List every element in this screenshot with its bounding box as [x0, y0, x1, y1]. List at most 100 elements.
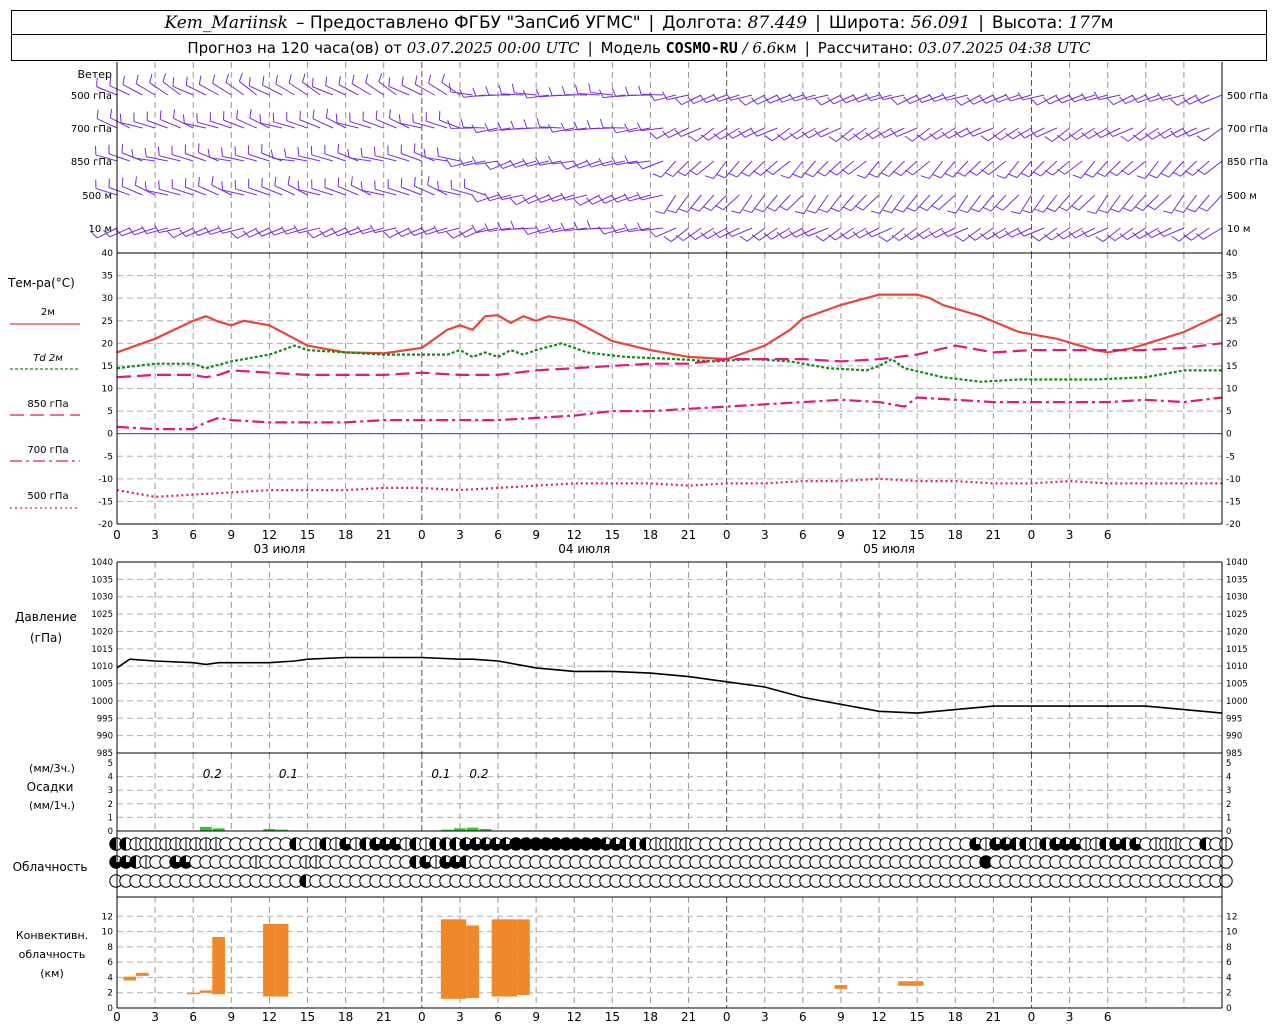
wind-barb-shaft	[999, 227, 1020, 239]
wind-barb-shaft	[987, 127, 1007, 142]
wind-barb-shaft	[732, 127, 753, 139]
wind-barb-flag	[738, 98, 746, 106]
wind-barb-shaft	[973, 94, 994, 105]
wind-barb-shaft	[681, 94, 702, 106]
y-tick-label-left: 5	[108, 759, 113, 769]
wind-barb-flag	[714, 204, 724, 211]
y-tick-label-right: 1005	[1226, 680, 1248, 690]
wind-barb-shaft	[501, 194, 524, 201]
wind-barb-flag	[740, 171, 750, 177]
wind-barb-flag	[1110, 208, 1120, 213]
legend-label-t500: 500 гПа	[27, 491, 68, 502]
wind-barb-shaft	[670, 227, 689, 242]
wind-level-label-right: 10 м	[1227, 224, 1250, 235]
y-tick-label-right: 0	[1226, 1004, 1232, 1014]
wind-barb-flag	[890, 129, 898, 137]
wind-barb-shaft	[808, 127, 829, 139]
wind-barb-shaft	[872, 127, 893, 140]
wind-barb-flag	[388, 77, 391, 87]
wind-barb-flag	[162, 73, 167, 82]
day-label: 05 июля	[863, 542, 915, 556]
wind-barb-flag	[511, 83, 515, 93]
wind-barb-flag	[319, 229, 326, 238]
wind-barb-shaft	[962, 227, 981, 242]
wind-barb-shaft	[1098, 94, 1121, 101]
wind-barb-flag	[312, 77, 314, 87]
wind-barb-flag	[428, 74, 432, 84]
wind-barb-shaft	[1203, 127, 1223, 142]
conv-bar	[466, 925, 479, 999]
wind-barb-flag	[1162, 210, 1172, 214]
wind-barb-flag	[1017, 229, 1025, 237]
wind-barb-flag	[1174, 209, 1184, 214]
wind-barb-flag	[509, 159, 516, 168]
wind-barb-flag	[1195, 96, 1202, 104]
x-tick-label-bottom: 3	[151, 1010, 159, 1024]
wind-barb-flag	[446, 158, 452, 167]
y-tick-label-right: 2	[1226, 800, 1231, 810]
wind-barb-flag	[1044, 169, 1053, 176]
wind-barb-shaft	[807, 227, 829, 237]
wind-barb-shaft	[719, 227, 740, 239]
wind-barb-shaft	[783, 227, 804, 239]
y-tick-label-left: 30	[102, 294, 114, 304]
y-tick-label-right: 1030	[1226, 593, 1248, 603]
y-tick-label-left: 1015	[91, 645, 113, 655]
wind-barb-flag	[378, 73, 383, 82]
wind-barb-flag	[472, 87, 477, 97]
wind-barb-flag	[894, 208, 904, 213]
y-tick-label-left: 2	[107, 989, 113, 999]
wind-barb-flag	[1098, 209, 1108, 214]
wind-barb-flag	[388, 109, 392, 119]
wind-barb-flag	[1183, 234, 1192, 241]
wind-barb-shaft	[1023, 227, 1045, 237]
wind-barb-shaft	[249, 227, 270, 238]
y-tick-label-left: 12	[102, 912, 113, 922]
y-tick-label-left: -15	[98, 497, 113, 507]
wind-barb-flag	[1136, 175, 1146, 180]
wind-barb-shaft	[1100, 127, 1121, 139]
wind-barb-flag	[655, 210, 664, 214]
y-tick-label-right: 10	[1226, 928, 1238, 938]
series-t850	[116, 342, 1223, 379]
y-tick-label-left: 20	[102, 339, 114, 349]
wind-barb-flag	[588, 83, 591, 93]
wind-barb-flag	[288, 74, 292, 84]
wind-barb-flag	[941, 229, 949, 237]
y-tick-label-left: 2	[108, 800, 113, 810]
wind-barb-shaft	[660, 160, 677, 178]
wind-barb-flag	[280, 226, 287, 235]
y-tick-label-left: 4	[107, 973, 113, 983]
y-tick-label-right: 4	[1226, 773, 1231, 783]
wind-barb-shaft	[438, 227, 461, 234]
wind-barb-flag	[1004, 93, 1011, 102]
x-tick-label-bottom: 18	[338, 1010, 353, 1024]
wind-barb-flag	[764, 135, 773, 142]
wind-barb-flag	[234, 146, 236, 156]
wind-barb-flag	[728, 172, 738, 178]
wind-barb-shaft	[1189, 94, 1210, 105]
wind-barb-flag	[738, 130, 746, 138]
wind-barb-shaft	[516, 194, 537, 206]
wind-barb-flag	[360, 181, 363, 191]
wind-barb-flag	[350, 176, 353, 186]
wind-barb-shaft	[452, 227, 473, 239]
wind-barb-shaft	[960, 127, 981, 138]
y-tick-label-right: 6	[1226, 958, 1232, 968]
wind-barb-flag	[750, 97, 758, 105]
y-tick-label-left: 10	[102, 928, 114, 938]
wind-barb-flag	[856, 174, 866, 179]
wind-barb-flag	[437, 181, 439, 191]
conv-bar	[136, 972, 149, 976]
wind-barb-shaft	[948, 127, 969, 139]
wind-barb-flag	[1004, 230, 1012, 238]
wind-barb-flag	[638, 85, 642, 95]
wind-barb-flag	[498, 85, 502, 94]
wind-barb-flag	[561, 85, 566, 95]
wind-barb-flag	[996, 174, 1006, 179]
wind-barb-flag	[704, 175, 714, 180]
wind-barb-shaft	[794, 94, 816, 102]
wind-barb-shaft	[1206, 194, 1223, 212]
conv-bar	[491, 919, 518, 997]
wind-barb-shaft	[757, 94, 778, 105]
